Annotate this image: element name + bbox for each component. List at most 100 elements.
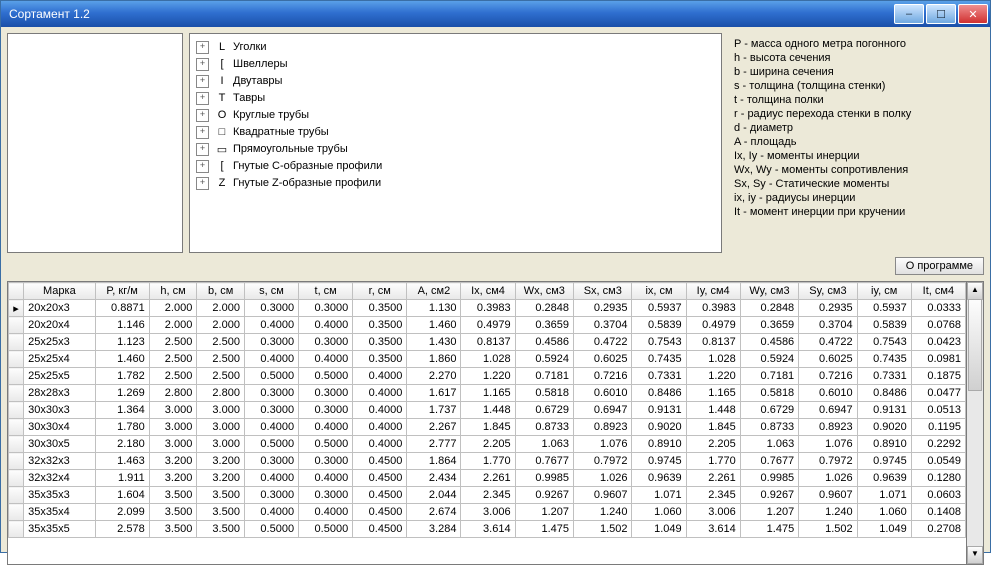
cell[interactable]: 0.9020	[632, 419, 686, 436]
cell[interactable]: 2.205	[461, 436, 515, 453]
cell[interactable]: 0.1408	[911, 504, 965, 521]
cell[interactable]: 3.006	[686, 504, 740, 521]
cell[interactable]: 0.5818	[740, 385, 798, 402]
expand-icon[interactable]: +	[196, 41, 209, 54]
cell[interactable]: 0.9607	[799, 487, 857, 504]
tree-item[interactable]: +ZГнутые Z-образные профили	[196, 175, 715, 191]
cell[interactable]: 2.099	[95, 504, 149, 521]
cell[interactable]: 2.261	[686, 470, 740, 487]
cell[interactable]: 0.8486	[857, 385, 911, 402]
column-header[interactable]: Ix, см4	[461, 283, 515, 300]
cell[interactable]: 1.063	[515, 436, 573, 453]
cell[interactable]: 0.9131	[632, 402, 686, 419]
cell[interactable]: 0.5818	[515, 385, 573, 402]
cell[interactable]: 0.3500	[353, 351, 407, 368]
cell[interactable]: 0.4000	[353, 402, 407, 419]
cell[interactable]: 3.614	[686, 521, 740, 538]
cell[interactable]: 1.076	[574, 436, 632, 453]
cell[interactable]: 32x32x3	[24, 453, 95, 470]
cell[interactable]: 0.9607	[574, 487, 632, 504]
cell[interactable]: 1.737	[407, 402, 461, 419]
cell[interactable]: 0.6729	[515, 402, 573, 419]
cell[interactable]: 1.448	[461, 402, 515, 419]
tree-item[interactable]: +LУголки	[196, 39, 715, 55]
cell[interactable]: 2.044	[407, 487, 461, 504]
cell[interactable]: 1.207	[740, 504, 798, 521]
cell[interactable]: 0.4979	[461, 317, 515, 334]
cell[interactable]: 0.7216	[574, 368, 632, 385]
cell[interactable]: 1.165	[686, 385, 740, 402]
cell[interactable]: 0.5937	[857, 300, 911, 317]
cell[interactable]: 1.076	[799, 436, 857, 453]
cell[interactable]: 2.578	[95, 521, 149, 538]
cell[interactable]: 0.5937	[632, 300, 686, 317]
cell[interactable]: 28x28x3	[24, 385, 95, 402]
cell[interactable]: 0.7435	[857, 351, 911, 368]
table-row[interactable]: 35x35x52.5783.5003.5000.50000.50000.4500…	[9, 521, 966, 538]
cell[interactable]: 2.267	[407, 419, 461, 436]
expand-icon[interactable]: +	[196, 177, 209, 190]
table-row[interactable]: 20x20x41.1462.0002.0000.40000.40000.3500…	[9, 317, 966, 334]
cell[interactable]: 0.8923	[574, 419, 632, 436]
cell[interactable]: 0.7972	[799, 453, 857, 470]
cell[interactable]: 1.026	[799, 470, 857, 487]
cell[interactable]: 2.500	[197, 351, 245, 368]
cell[interactable]: 2.205	[686, 436, 740, 453]
cell[interactable]: 0.7677	[740, 453, 798, 470]
cell[interactable]: 2.434	[407, 470, 461, 487]
cell[interactable]: 1.845	[461, 419, 515, 436]
cell[interactable]: 1.026	[574, 470, 632, 487]
cell[interactable]: 30x30x4	[24, 419, 95, 436]
cell[interactable]: 0.4586	[515, 334, 573, 351]
cell[interactable]: 0.3000	[244, 402, 298, 419]
cell[interactable]: 35x35x3	[24, 487, 95, 504]
cell[interactable]: 0.7543	[632, 334, 686, 351]
cell[interactable]: 1.770	[461, 453, 515, 470]
cell[interactable]: 1.864	[407, 453, 461, 470]
cell[interactable]: 2.270	[407, 368, 461, 385]
cell[interactable]: 1.430	[407, 334, 461, 351]
close-button[interactable]: ✕	[958, 4, 988, 24]
cell[interactable]: 0.6947	[574, 402, 632, 419]
cell[interactable]: 0.3659	[740, 317, 798, 334]
cell[interactable]: 0.6010	[799, 385, 857, 402]
expand-icon[interactable]: +	[196, 143, 209, 156]
cell[interactable]: 0.5000	[299, 521, 353, 538]
cell[interactable]: 3.500	[149, 504, 197, 521]
cell[interactable]: 0.3000	[299, 453, 353, 470]
cell[interactable]: 2.500	[197, 334, 245, 351]
cell[interactable]: 1.240	[799, 504, 857, 521]
cell[interactable]: 0.3983	[686, 300, 740, 317]
cell[interactable]: 1.063	[740, 436, 798, 453]
cell[interactable]: 1.780	[95, 419, 149, 436]
titlebar[interactable]: Сортамент 1.2 – ☐ ✕	[1, 1, 990, 27]
cell[interactable]: 0.3500	[353, 334, 407, 351]
cell[interactable]: 0.9745	[632, 453, 686, 470]
cell[interactable]: 0.4000	[353, 385, 407, 402]
cell[interactable]: 3.000	[197, 436, 245, 453]
cell[interactable]: 0.7331	[632, 368, 686, 385]
column-header[interactable]: Sx, см3	[574, 283, 632, 300]
cell[interactable]: 0.3500	[353, 300, 407, 317]
cell[interactable]: 1.770	[686, 453, 740, 470]
cell[interactable]: 2.674	[407, 504, 461, 521]
cell[interactable]: 0.4500	[353, 470, 407, 487]
cell[interactable]: 0.9267	[740, 487, 798, 504]
column-header[interactable]: Марка	[24, 283, 95, 300]
cell[interactable]: 0.4000	[299, 419, 353, 436]
expand-icon[interactable]: +	[196, 109, 209, 122]
cell[interactable]: 0.3000	[244, 453, 298, 470]
table-row[interactable]: 25x25x51.7822.5002.5000.50000.50000.4000…	[9, 368, 966, 385]
cell[interactable]: 3.000	[197, 419, 245, 436]
cell[interactable]: 2.000	[149, 317, 197, 334]
column-header[interactable]: b, см	[197, 283, 245, 300]
cell[interactable]: 1.860	[407, 351, 461, 368]
cell[interactable]: 2.000	[197, 317, 245, 334]
cell[interactable]: 0.4000	[299, 317, 353, 334]
cell[interactable]: 20x20x4	[24, 317, 95, 334]
scroll-down-button[interactable]: ▼	[967, 546, 983, 564]
cell[interactable]: 1.060	[632, 504, 686, 521]
cell[interactable]: 2.500	[149, 334, 197, 351]
cell[interactable]: 0.3659	[515, 317, 573, 334]
cell[interactable]: 0.3000	[244, 300, 298, 317]
